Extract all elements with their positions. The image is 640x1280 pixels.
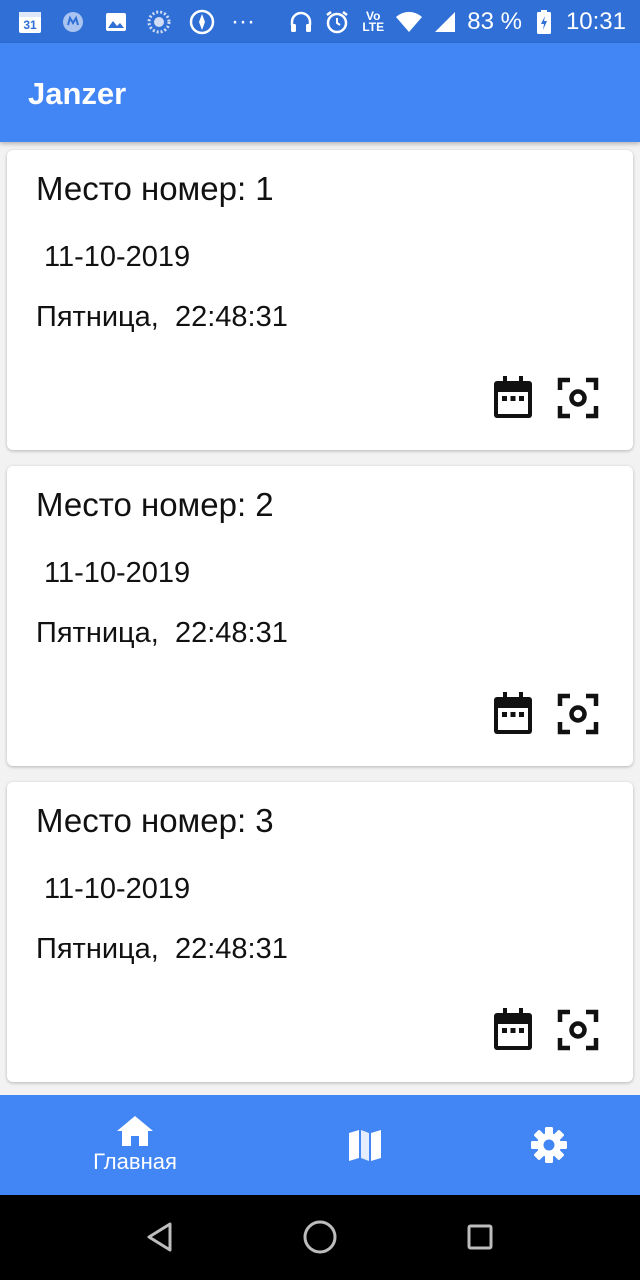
calendar-icon (494, 1008, 532, 1050)
place-title: Место номер: 2 (36, 486, 274, 523)
place-date: 11-10-2019 (44, 873, 191, 905)
system-navigation-bar (0, 1195, 640, 1280)
calendar-button[interactable] (489, 1006, 537, 1054)
home-circle-icon (303, 1220, 337, 1254)
place-time: Пятница, 22:48:31 (36, 301, 288, 333)
more-notifications-icon: ··· (231, 7, 255, 35)
map-icon (349, 1130, 381, 1161)
clock: 10:31 (565, 7, 626, 35)
system-back-button[interactable] (138, 1215, 182, 1259)
status-bar: 31 ··· Vo LTE 83 % 10:31 (0, 0, 640, 43)
nav-home-tab[interactable]: Главная (70, 1095, 200, 1195)
calendar-icon (494, 692, 532, 734)
place-card-2[interactable]: Место номер: 2 11-10-2019 Пятница, 22:48… (7, 466, 633, 766)
calendar-button[interactable] (489, 374, 537, 422)
calendar-notification-icon: 31 (16, 8, 44, 36)
place-card-3[interactable]: Место номер: 3 11-10-2019 Пятница, 22:48… (7, 782, 633, 1082)
system-home-button[interactable] (298, 1215, 342, 1259)
bottom-navigation: Главная (0, 1095, 640, 1195)
place-time: Пятница, 22:48:31 (36, 617, 288, 649)
volte-bottom-text: LTE (362, 19, 385, 34)
scan-button[interactable] (554, 1006, 602, 1054)
center-focus-icon (557, 377, 599, 419)
place-title: Место номер: 1 (36, 170, 274, 207)
wifi-icon (395, 8, 423, 36)
notification-icons: 31 ··· (16, 8, 255, 36)
place-date: 11-10-2019 (44, 241, 191, 273)
center-focus-icon (557, 1009, 599, 1051)
center-focus-icon (557, 693, 599, 735)
nav-home-label: Главная (93, 1149, 177, 1174)
nav-map-tab[interactable] (320, 1095, 410, 1195)
app-title: Janzer (28, 76, 127, 111)
gear-icon (531, 1127, 567, 1163)
app-notification-icon (59, 8, 87, 36)
calendar-button[interactable] (489, 690, 537, 738)
system-recents-button[interactable] (458, 1215, 502, 1259)
signal-icon (431, 8, 459, 36)
place-title: Место номер: 3 (36, 802, 274, 839)
app-bar: Janzer (0, 43, 640, 142)
scan-button[interactable] (554, 374, 602, 422)
sync-icon (145, 8, 173, 36)
image-icon (102, 8, 130, 36)
system-indicators: Vo LTE 83 % 10:31 (287, 8, 626, 36)
recents-square-icon (467, 1224, 493, 1250)
volte-icon: Vo LTE (359, 8, 387, 36)
scan-button[interactable] (554, 690, 602, 738)
calendar-icon (494, 376, 532, 418)
battery-charging-icon (530, 8, 558, 36)
place-time: Пятница, 22:48:31 (36, 933, 288, 965)
compass-icon (188, 8, 216, 36)
back-triangle-icon (147, 1222, 172, 1252)
headphones-icon (287, 8, 315, 36)
home-icon (117, 1116, 153, 1146)
alarm-icon (323, 8, 351, 36)
battery-percent: 83 % (467, 7, 522, 35)
place-card-1[interactable]: Место номер: 1 11-10-2019 Пятница, 22:48… (7, 150, 633, 450)
nav-settings-tab[interactable] (504, 1095, 594, 1195)
place-date: 11-10-2019 (44, 557, 191, 589)
calendar-day-text: 31 (23, 18, 37, 32)
